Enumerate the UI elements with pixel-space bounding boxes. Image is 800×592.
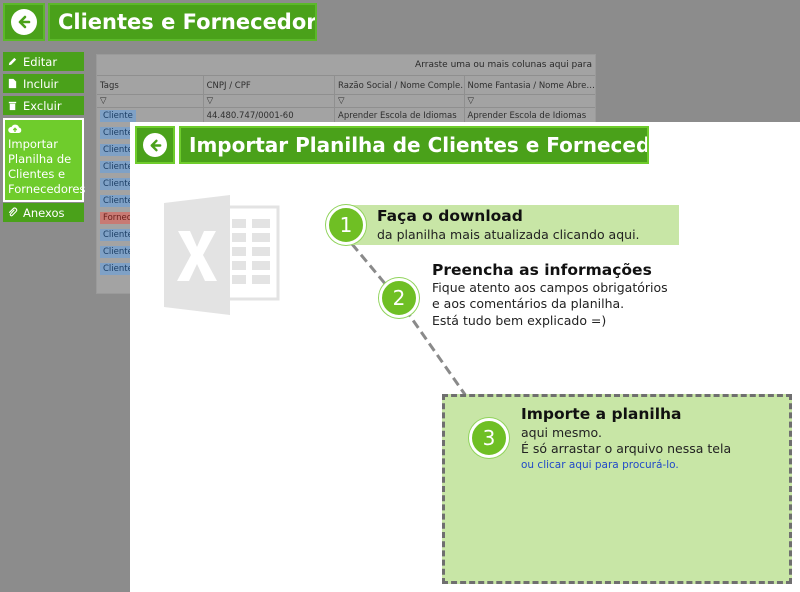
- step-text: e aos comentários da planilha.: [432, 296, 625, 311]
- sidebar-item-importar[interactable]: Importar Planilha de Clientes e Forneced…: [3, 118, 86, 202]
- step-title: Preencha as informações: [432, 261, 652, 279]
- filter-icon[interactable]: ▽: [97, 95, 204, 107]
- step-text: Fique atento aos campos obrigatórios: [432, 280, 668, 295]
- download-link[interactable]: da planilha mais atualizada clicando aqu…: [377, 227, 640, 243]
- sidebar-item-label: Importar Planilha de Clientes e Forneced…: [8, 137, 86, 196]
- modal-title: Importar Planilha de Clientes e Forneced…: [179, 126, 649, 164]
- grid-filter-row: ▽ ▽ ▽ ▽: [97, 95, 595, 108]
- sidebar-item-label: Excluir: [23, 98, 62, 113]
- trash-icon: [8, 101, 17, 111]
- filter-icon[interactable]: ▽: [335, 95, 465, 107]
- group-drop-area[interactable]: Arraste uma ou mais colunas aqui para: [97, 55, 595, 75]
- filter-icon[interactable]: ▽: [465, 95, 595, 107]
- cloud-upload-icon: [8, 124, 22, 133]
- step-text: Está tudo bem explicado =): [432, 313, 607, 328]
- paperclip-icon: [8, 207, 18, 217]
- back-button[interactable]: [3, 3, 45, 41]
- sidebar-item-label: Editar: [23, 54, 58, 69]
- page-title: Clientes e Fornecedores: [48, 3, 317, 41]
- step-text: aqui mesmo.: [521, 425, 602, 440]
- column-header[interactable]: Razão Social / Nome Comple…: [335, 76, 465, 94]
- step-number-badge: 1: [326, 205, 366, 245]
- sidebar-item-excluir[interactable]: Excluir: [3, 96, 84, 115]
- grid-header: Tags CNPJ / CPF Razão Social / Nome Comp…: [97, 75, 595, 95]
- sidebar-item-label: Anexos: [23, 205, 65, 220]
- column-header[interactable]: Nome Fantasia / Nome Abre…: [465, 76, 595, 94]
- arrow-left-icon: [11, 9, 37, 35]
- step-title: Faça o download: [377, 207, 523, 225]
- column-header[interactable]: Tags: [97, 76, 204, 94]
- sidebar-item-editar[interactable]: Editar: [3, 52, 84, 71]
- file-icon: [8, 78, 17, 89]
- modal-back-button[interactable]: [135, 126, 175, 164]
- column-header[interactable]: CNPJ / CPF: [204, 76, 336, 94]
- sidebar-item-incluir[interactable]: Incluir: [3, 74, 84, 93]
- browse-file-link[interactable]: ou clicar aqui para procurá-lo.: [521, 459, 679, 471]
- step-title: Importe a planilha: [521, 405, 682, 423]
- step-text: É só arrastar o arquivo nessa tela: [521, 441, 732, 456]
- arrow-left-icon: [143, 133, 167, 157]
- filter-icon[interactable]: ▽: [204, 95, 336, 107]
- sidebar-item-anexos[interactable]: Anexos: [3, 203, 84, 222]
- step-number-badge: 3: [469, 418, 509, 458]
- step-number-badge: 2: [379, 278, 419, 318]
- sidebar-item-label: Incluir: [23, 76, 59, 91]
- excel-icon: [164, 195, 280, 315]
- tag-badge: Cliente: [100, 110, 136, 122]
- pencil-icon: [8, 57, 17, 66]
